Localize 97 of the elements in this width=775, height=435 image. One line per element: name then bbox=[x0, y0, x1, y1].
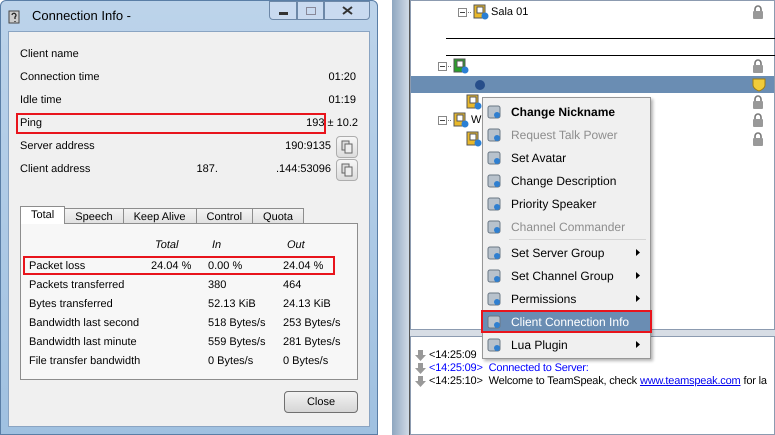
menu-item[interactable]: Permissions bbox=[483, 289, 650, 308]
copy-button[interactable] bbox=[336, 136, 358, 158]
log-time: <14:25:10> bbox=[429, 375, 483, 388]
tab[interactable]: Speech bbox=[64, 208, 124, 223]
menu-item[interactable]: Set Avatar bbox=[483, 148, 650, 167]
field-value: ± 10.2 bbox=[327, 116, 358, 132]
stat-label: Packets transferred bbox=[29, 278, 126, 293]
maximize-icon bbox=[306, 6, 316, 14]
log-message: for la bbox=[743, 375, 767, 388]
collapse-icon[interactable] bbox=[458, 8, 467, 16]
table-cell-text: 24.04 % bbox=[283, 259, 324, 274]
window-title: Connection Info - bbox=[32, 7, 132, 26]
menu-item-icon bbox=[486, 268, 502, 284]
stat-label: Bandwidth last minute bbox=[29, 335, 138, 350]
minimize-button[interactable] bbox=[269, 1, 297, 20]
menu-item[interactable]: Lua Plugin bbox=[483, 335, 650, 354]
menu-item[interactable]: Change Nickname bbox=[483, 102, 650, 121]
copy-button[interactable] bbox=[336, 158, 358, 180]
menu-item-icon bbox=[486, 172, 502, 188]
field-value: 01:20 bbox=[328, 70, 356, 86]
stat-label: Packet loss bbox=[29, 259, 86, 274]
tab[interactable]: Control bbox=[196, 208, 254, 223]
log-message: Welcome to TeamSpeak, check bbox=[488, 375, 637, 388]
table-cell-text: 0.00 % bbox=[208, 259, 244, 274]
stat-label: Bandwidth last second bbox=[29, 316, 140, 331]
menu-item-icon bbox=[486, 314, 502, 330]
field-label: Connection time bbox=[20, 70, 100, 86]
field-label: Client name bbox=[20, 47, 79, 62]
field-value: 01:19 bbox=[328, 93, 356, 108]
down-arrow-icon bbox=[415, 363, 426, 374]
channel-icon bbox=[473, 4, 489, 20]
close-dialog-button[interactable]: Close bbox=[284, 391, 358, 413]
copy-icon bbox=[341, 162, 353, 176]
table-cell-text: 253 Bytes/s bbox=[283, 316, 342, 331]
column-header: In bbox=[212, 238, 222, 253]
tab[interactable]: Total bbox=[20, 206, 66, 224]
menu-item-icon bbox=[486, 196, 502, 212]
collapse-icon[interactable] bbox=[438, 62, 447, 70]
table-cell-text: 52.13 KiB bbox=[208, 297, 257, 312]
menu-item[interactable]: Set Channel Group bbox=[483, 266, 650, 285]
padlock-icon bbox=[752, 5, 764, 19]
minimize-icon bbox=[278, 12, 288, 15]
channel-icon bbox=[453, 58, 469, 74]
menu-item[interactable]: Change Description bbox=[483, 171, 650, 190]
copy-icon bbox=[341, 140, 353, 154]
client-icon bbox=[475, 80, 485, 90]
collapse-icon[interactable] bbox=[438, 116, 447, 124]
table-cell: 24.04 % bbox=[151, 260, 192, 272]
menu-item[interactable]: Set Server Group bbox=[483, 243, 650, 262]
table-cell-text: 380 bbox=[208, 278, 228, 293]
table-cell-text: 0 Bytes/s bbox=[283, 354, 330, 369]
log-message: Connected to Server: bbox=[488, 362, 589, 375]
channel-icon bbox=[466, 94, 482, 110]
close-button[interactable] bbox=[324, 1, 370, 20]
column-header: Out bbox=[287, 238, 306, 253]
close-icon bbox=[342, 6, 352, 15]
column-header: Total bbox=[155, 238, 180, 253]
channel-name: Sala 01 bbox=[491, 4, 528, 20]
table-cell-text: 0 Bytes/s bbox=[208, 354, 254, 369]
padlock-icon bbox=[752, 132, 764, 146]
table-cell-text: 518 Bytes/s bbox=[208, 316, 266, 331]
menu-item-icon bbox=[486, 104, 502, 120]
field-value: 187. bbox=[196, 162, 218, 178]
field-label: Ping bbox=[20, 116, 42, 132]
stat-label: File transfer bandwidth bbox=[29, 354, 142, 369]
log-time: <14:25:09 bbox=[429, 349, 476, 362]
field-label: Client address bbox=[20, 162, 90, 178]
menu-item-icon bbox=[486, 126, 502, 142]
stat-label: Bytes transferred bbox=[29, 297, 114, 312]
padlock-icon bbox=[752, 94, 764, 108]
menu-item[interactable]: Priority Speaker bbox=[483, 194, 650, 213]
table-cell-text: 281 Bytes/s bbox=[283, 335, 342, 350]
padlock-icon bbox=[752, 59, 764, 73]
menu-item-icon bbox=[486, 218, 502, 234]
field-value: 190:9135 bbox=[285, 139, 331, 154]
menu-item-icon bbox=[486, 150, 502, 166]
menu-item-icon bbox=[486, 336, 502, 352]
table-cell-text: 24.13 KiB bbox=[283, 297, 332, 312]
website-link[interactable]: www.teamspeak.com bbox=[640, 375, 740, 388]
down-arrow-icon bbox=[415, 376, 426, 387]
channel-icon bbox=[453, 112, 469, 128]
tab[interactable]: Quota bbox=[252, 208, 304, 223]
table-cell-text: 559 Bytes/s bbox=[208, 335, 266, 350]
tab[interactable]: Keep Alive bbox=[122, 208, 197, 223]
field-label: Server address bbox=[20, 139, 95, 154]
log-time: <14:25:09> bbox=[429, 362, 483, 375]
field-value: 193 bbox=[306, 116, 324, 132]
shield-icon bbox=[752, 78, 766, 92]
table-cell-text: 464 bbox=[283, 278, 302, 293]
field-label: Idle time bbox=[20, 93, 62, 108]
channel-name: W bbox=[471, 112, 482, 128]
padlock-icon bbox=[752, 113, 764, 127]
field-value: .144:53096 bbox=[276, 162, 331, 178]
menu-item-icon bbox=[486, 290, 502, 306]
menu-item-icon bbox=[486, 244, 502, 260]
channel-icon bbox=[466, 130, 482, 146]
down-arrow-icon bbox=[415, 350, 426, 361]
